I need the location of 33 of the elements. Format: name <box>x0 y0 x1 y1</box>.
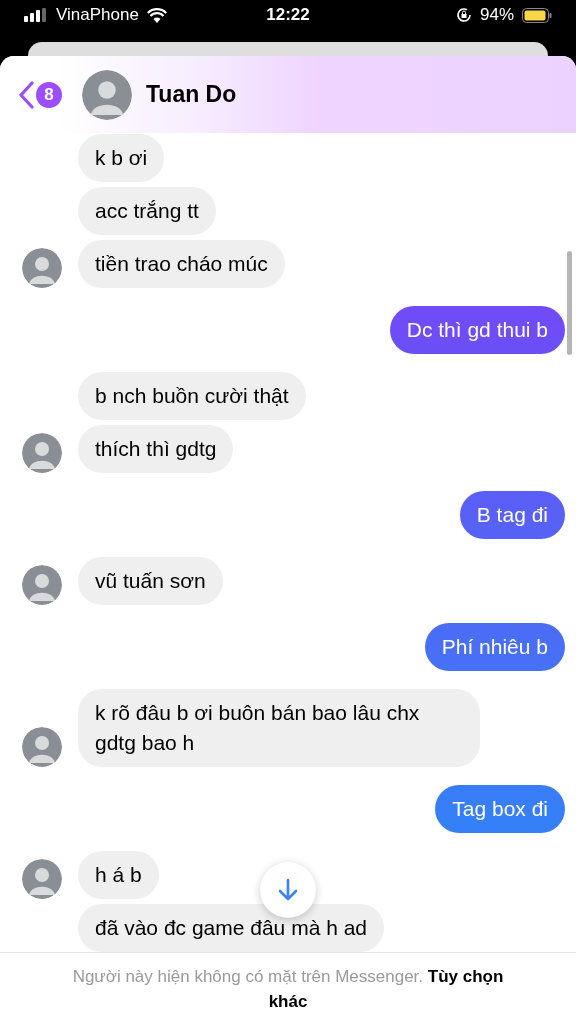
signal-icon <box>24 8 48 22</box>
contact-name: Tuan Do <box>146 80 237 110</box>
received-message: k rõ đâu b ơi buôn bán bao lâu chx gdtg bao h <box>78 689 480 767</box>
back-icon <box>18 80 34 109</box>
received-message: thích thì gdtg <box>78 425 234 473</box>
back-button[interactable]: 8 <box>18 80 62 109</box>
sent-message: B tag đi <box>459 491 565 539</box>
rotation-lock-icon <box>455 7 472 23</box>
carrier-name: VinaPhone <box>56 4 139 27</box>
sent-message: Dc thì gd thui b <box>389 306 565 354</box>
received-message: h á b <box>78 851 159 899</box>
received-message: b nch buồn cười thật <box>78 372 306 420</box>
sent-message: Tag box đi <box>435 785 565 833</box>
avatar <box>22 859 62 899</box>
received-message: acc trắng tt <box>78 187 216 235</box>
unavailable-notice: Người này hiện không có mặt trên Messenger. Tùy chọn khác <box>71 965 505 1013</box>
down-arrow-icon <box>277 878 299 902</box>
avatar <box>22 565 62 605</box>
sent-message: Phí nhiêu b <box>424 623 565 671</box>
clock-time: 12:22 <box>266 4 310 27</box>
received-message: tiền trao cháo múc <box>78 240 285 288</box>
wifi-icon <box>146 7 167 23</box>
battery-icon <box>522 7 552 23</box>
received-message: k b ơi <box>78 134 165 182</box>
avatar <box>22 248 62 288</box>
avatar <box>22 727 62 767</box>
avatar <box>22 433 62 473</box>
received-message: đã vào đc game đâu mà h ad <box>78 904 384 952</box>
scroll-down-button[interactable] <box>260 862 316 918</box>
received-message: vũ tuấn sơn <box>78 557 223 605</box>
avatar <box>82 69 132 120</box>
unread-count-badge: 8 <box>36 81 62 108</box>
battery-percent: 94% <box>479 4 514 27</box>
